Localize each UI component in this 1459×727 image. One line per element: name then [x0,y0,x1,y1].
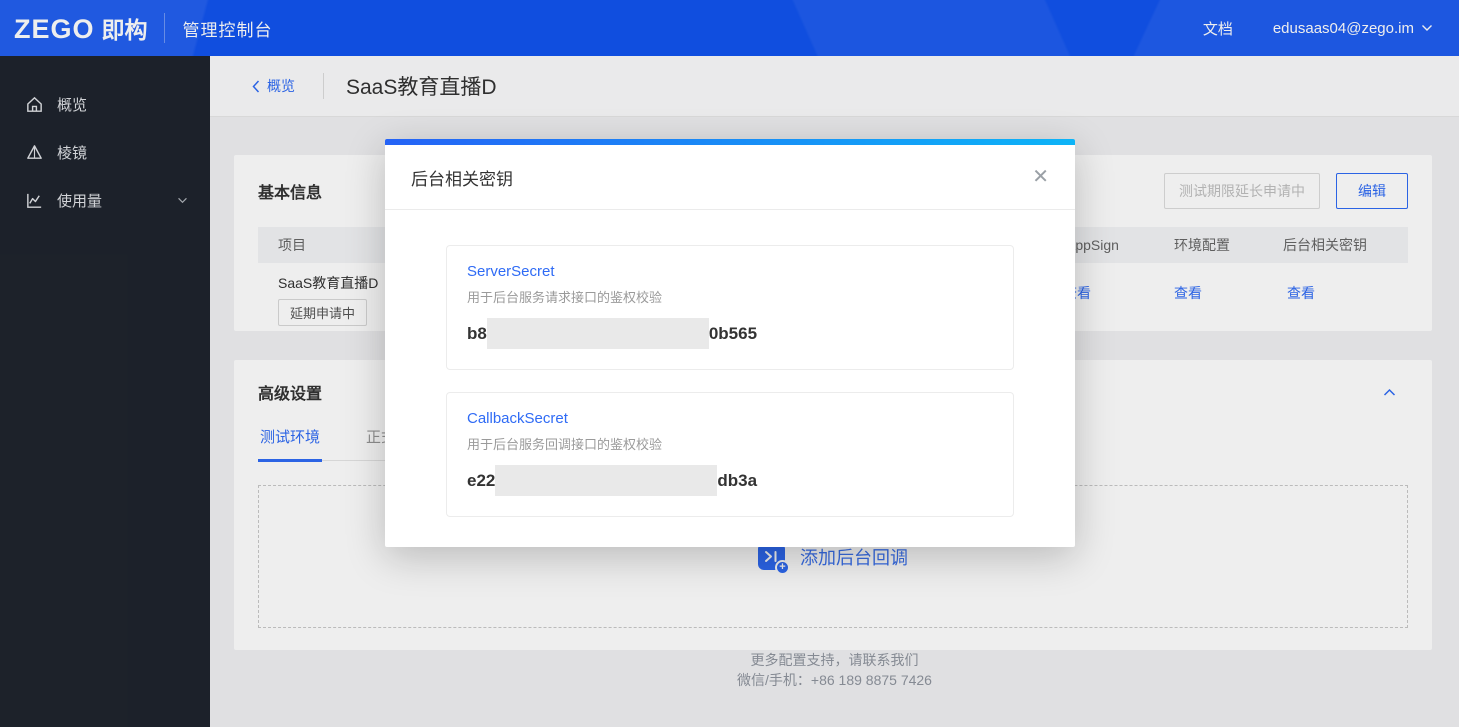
redacted-secret-mask [495,465,718,496]
modal-title: 后台相关密钥 [411,169,513,189]
secret-value-suffix: db3a [717,470,758,490]
close-icon[interactable]: ✕ [1032,167,1049,187]
backend-secret-modal: 后台相关密钥 ✕ ServerSecret 用于后台服务请求接口的鉴权校验 b8… [385,139,1075,547]
callback-secret-name: CallbackSecret [467,410,568,427]
server-secret-card: ServerSecret 用于后台服务请求接口的鉴权校验 b8 0b565 [446,245,1014,370]
secret-value-prefix: b8 [467,323,487,343]
server-secret-value: b8 0b565 [467,318,993,349]
callback-secret-card: CallbackSecret 用于后台服务回调接口的鉴权校验 e22 db3a [446,392,1014,517]
secret-value-prefix: e22 [467,470,496,490]
redacted-secret-mask [486,318,709,349]
server-secret-desc: 用于后台服务请求接口的鉴权校验 [467,290,663,305]
callback-secret-value: e22 db3a [467,465,993,496]
server-secret-name: ServerSecret [467,263,555,280]
callback-secret-desc: 用于后台服务回调接口的鉴权校验 [467,437,663,452]
secret-value-suffix: 0b565 [708,323,758,343]
